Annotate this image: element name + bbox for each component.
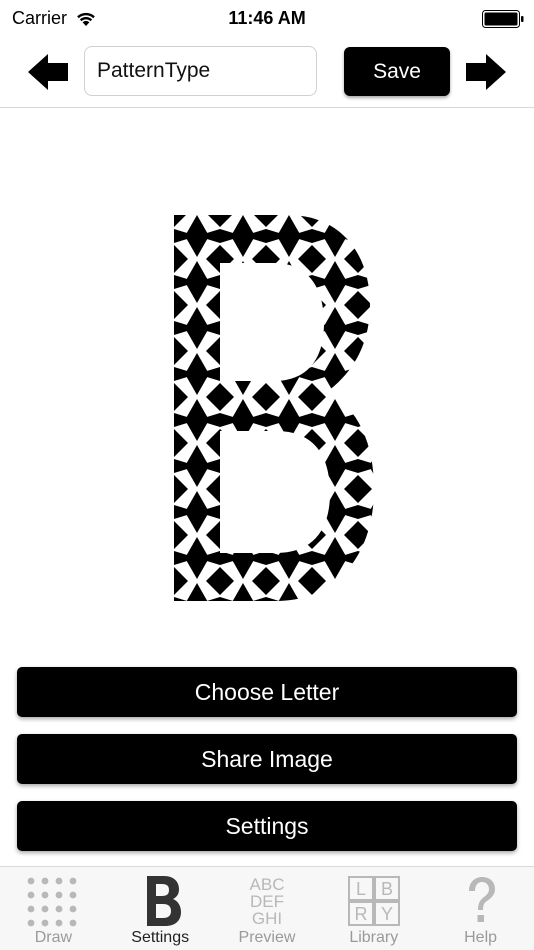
tab-preview-label: Preview	[238, 929, 296, 946]
svg-text:Y: Y	[381, 904, 393, 924]
question-mark-icon	[468, 877, 495, 922]
tab-settings-label: Settings	[131, 929, 190, 946]
svg-text:R: R	[354, 904, 367, 924]
patterned-letter-image	[170, 213, 376, 603]
tab-help[interactable]: Help	[427, 867, 534, 950]
library-blocks-icon: LB RY	[347, 876, 400, 926]
letter-b-icon	[147, 876, 182, 926]
share-image-button[interactable]: Share Image	[17, 734, 517, 784]
svg-text:B: B	[381, 879, 393, 899]
pattern-name-input[interactable]	[84, 46, 317, 96]
tab-draw[interactable]: Draw	[0, 867, 107, 950]
status-time: 11:46 AM	[228, 8, 306, 28]
nav-bar: Save	[0, 38, 534, 108]
svg-text:L: L	[356, 879, 366, 899]
dot-grid-icon	[27, 877, 77, 927]
battery-icon	[482, 10, 524, 28]
status-bar: Carrier 11:46 AM	[0, 0, 534, 38]
svg-text:GHI: GHI	[252, 909, 282, 927]
tab-help-label: Help	[464, 929, 498, 946]
settings-button[interactable]: Settings	[17, 801, 517, 851]
tab-draw-label: Draw	[34, 929, 73, 946]
choose-letter-button[interactable]: Choose Letter	[17, 667, 517, 717]
previous-arrow-icon[interactable]	[26, 52, 70, 92]
save-button[interactable]: Save	[344, 47, 450, 96]
pattern-preview	[0, 108, 534, 658]
tab-library[interactable]: LB RY Library	[320, 867, 427, 950]
tab-preview[interactable]: ABC DEF GHI Preview	[214, 867, 321, 950]
next-arrow-icon[interactable]	[464, 52, 508, 92]
abc-grid-icon: ABC DEF GHI	[250, 875, 285, 927]
tab-settings[interactable]: Settings	[107, 867, 214, 950]
tab-bar: Draw Settings ABC DEF GHI Preview LB RY	[0, 866, 534, 950]
tab-library-label: Library	[349, 929, 399, 946]
